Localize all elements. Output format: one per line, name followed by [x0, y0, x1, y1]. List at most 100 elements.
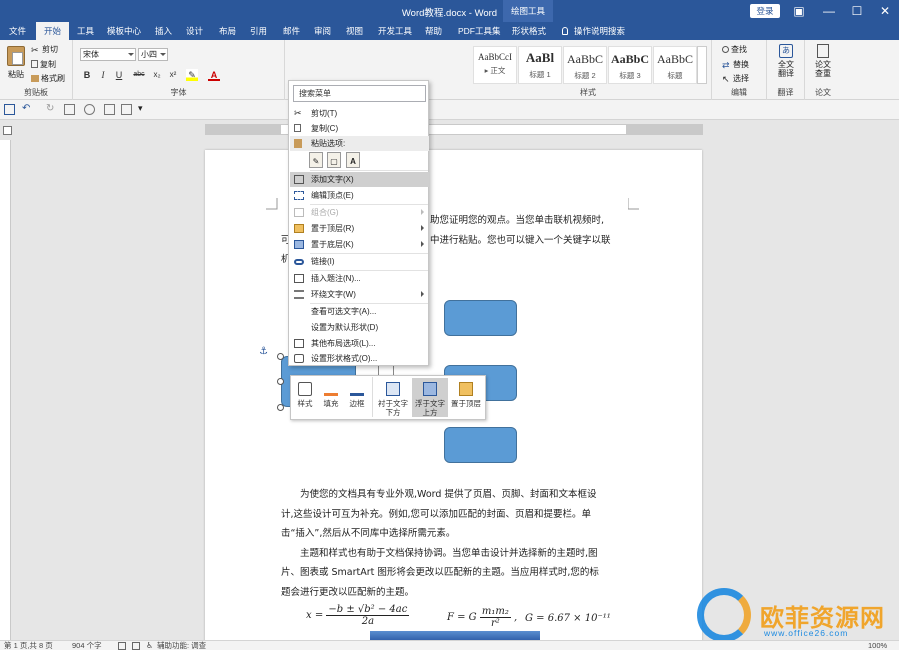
- rounded-rectangle-shape[interactable]: [444, 300, 517, 336]
- menu-item-alt-text[interactable]: 查看可选文字(A)...: [290, 304, 429, 319]
- find-button[interactable]: 查找: [722, 44, 747, 55]
- menu-item-add-text[interactable]: 添加文字(X): [290, 172, 429, 187]
- tab-review[interactable]: 审阅: [314, 22, 331, 40]
- tab-file[interactable]: 文件: [9, 22, 26, 40]
- underline-button[interactable]: U: [113, 69, 125, 81]
- tab-insert[interactable]: 插入: [155, 22, 172, 40]
- italic-button[interactable]: I: [97, 69, 109, 81]
- cut-button[interactable]: ✂ 剪切: [31, 44, 58, 55]
- style-heading-2[interactable]: AaBbC 标题 2: [563, 46, 607, 84]
- resize-handle[interactable]: [277, 378, 284, 385]
- menu-item-send-to-back[interactable]: 置于底层(K): [290, 237, 429, 252]
- mini-fill-button[interactable]: 填充: [320, 380, 342, 408]
- highlight-button[interactable]: ✎: [186, 69, 198, 81]
- style-heading-1[interactable]: AaBl 标题 1: [518, 46, 562, 84]
- mini-separator: [372, 377, 373, 417]
- style-sample: AaBbC: [657, 52, 693, 66]
- font-family-select[interactable]: 宋体: [80, 48, 136, 61]
- close-icon[interactable]: ✕: [871, 0, 899, 22]
- style-name: ▸ 正文: [484, 66, 506, 75]
- tab-view[interactable]: 视图: [346, 22, 363, 40]
- tell-me-search[interactable]: 操作说明搜索: [562, 22, 625, 40]
- style-sample: AaBl: [525, 50, 555, 65]
- tab-pdf-tools[interactable]: PDF工具集: [458, 22, 501, 40]
- zoom-level[interactable]: 100%: [868, 641, 887, 650]
- menu-item-edit-points[interactable]: 编辑顶点(E): [290, 188, 429, 203]
- ribbon-display-icon[interactable]: ▣: [785, 0, 813, 22]
- paste-picture-icon[interactable]: ▢: [327, 152, 341, 168]
- maximize-icon[interactable]: ☐: [843, 0, 871, 22]
- resize-handle[interactable]: [277, 353, 284, 360]
- tab-template-center[interactable]: 模板中心: [107, 22, 141, 40]
- proofing-icon[interactable]: [118, 642, 126, 650]
- replace-button[interactable]: ⇄ 替换: [722, 59, 749, 70]
- copy-button[interactable]: 复制: [31, 59, 56, 70]
- paste-text-only-icon[interactable]: A: [346, 152, 360, 168]
- superscript-button[interactable]: x²: [167, 69, 179, 81]
- style-heading-3[interactable]: AaBbC 标题 3: [608, 46, 652, 84]
- translate-group-label: 翻译: [777, 88, 794, 97]
- menu-item-bring-to-front[interactable]: 置于顶层(R): [290, 221, 429, 236]
- bold-button[interactable]: B: [81, 69, 93, 81]
- tab-references[interactable]: 引用: [250, 22, 267, 40]
- tab-mailings[interactable]: 邮件: [283, 22, 300, 40]
- menu-item-cut[interactable]: ✂ 剪切(T): [290, 106, 429, 121]
- accessibility-status[interactable]: 辅助功能: 调查: [157, 641, 206, 650]
- style-normal[interactable]: AaBbCcI ▸ 正文: [473, 46, 517, 84]
- search-doc-icon[interactable]: [84, 104, 95, 115]
- format-icon[interactable]: [121, 104, 132, 115]
- menu-item-more-layout[interactable]: 其他布局选项(L)...: [290, 336, 429, 351]
- mini-behind-text-button[interactable]: 衬于文字 下方: [375, 378, 411, 417]
- rounded-rectangle-shape[interactable]: [444, 427, 517, 463]
- subscript-button[interactable]: x₂: [151, 69, 163, 81]
- menu-item-format-shape[interactable]: 设置形状格式(O)...: [290, 351, 429, 366]
- mini-in-front-text-button[interactable]: 浮于文字 上方: [412, 378, 448, 417]
- print-preview-icon[interactable]: [64, 104, 75, 115]
- tab-tools[interactable]: 工具: [77, 22, 94, 40]
- mini-outline-button[interactable]: 边框: [346, 380, 368, 408]
- styles-gallery-scroll[interactable]: [697, 46, 707, 84]
- mini-bring-front-button[interactable]: 置于顶层: [449, 378, 483, 408]
- style-title[interactable]: AaBbC 标题: [653, 46, 697, 84]
- paste-button[interactable]: 粘贴: [4, 44, 28, 84]
- mini-style-button[interactable]: 样式: [294, 380, 316, 408]
- minimize-icon[interactable]: —: [815, 0, 843, 22]
- paste-keep-source-icon[interactable]: ✎: [309, 152, 323, 168]
- paper-check-button[interactable]: 论文 查重: [813, 44, 833, 80]
- save-icon[interactable]: [4, 104, 15, 115]
- tab-selector[interactable]: [3, 126, 12, 135]
- menu-item-insert-caption[interactable]: 插入题注(N)...: [290, 271, 429, 286]
- tab-shape-format[interactable]: 形状格式: [512, 22, 546, 40]
- resize-handle[interactable]: [277, 404, 284, 411]
- strikethrough-button[interactable]: abc: [131, 69, 147, 81]
- word-count[interactable]: 904 个字: [72, 641, 102, 650]
- menu-item-wrap-text[interactable]: 环绕文字(W): [290, 287, 429, 302]
- mini-behind-label-2: 下方: [385, 408, 401, 417]
- tab-layout[interactable]: 布局: [219, 22, 236, 40]
- font-size-select[interactable]: 小四: [138, 48, 168, 61]
- menu-search-input[interactable]: 搜索菜单: [293, 85, 426, 102]
- menu-item-copy[interactable]: 复制(C): [290, 121, 429, 136]
- macro-icon[interactable]: [132, 642, 140, 650]
- menu-item-link[interactable]: 链接(I): [290, 254, 429, 269]
- ruler-margin-left: [206, 125, 281, 134]
- redo-icon[interactable]: ↻: [46, 104, 57, 115]
- customize-qat-icon[interactable]: ▾: [138, 104, 149, 115]
- login-button[interactable]: 登录: [750, 4, 780, 18]
- font-color-button[interactable]: A: [208, 69, 220, 81]
- undo-icon[interactable]: ↶: [22, 104, 33, 115]
- tab-design[interactable]: 设计: [186, 22, 203, 40]
- vertical-ruler[interactable]: [0, 140, 11, 640]
- horizontal-ruler[interactable]: [205, 124, 703, 135]
- tab-home[interactable]: 开始: [36, 22, 70, 40]
- menu-item-group[interactable]: 组合(G): [290, 205, 429, 220]
- menu-item-set-default-shape[interactable]: 设置为默认形状(D): [290, 320, 429, 335]
- table-icon[interactable]: [104, 104, 115, 115]
- page-count[interactable]: 第 1 页,共 8 页: [4, 641, 53, 650]
- format-painter-button[interactable]: 格式刷: [31, 73, 65, 84]
- ribbon-tabs: 文件 开始 工具 模板中心 插入 设计 布局 引用 邮件 审阅 视图 开发工具 …: [0, 22, 899, 40]
- tab-developer[interactable]: 开发工具: [378, 22, 412, 40]
- full-text-translate-button[interactable]: あ 全文 翻译: [776, 44, 796, 80]
- select-button[interactable]: ↖ 选择: [722, 73, 749, 84]
- tab-help[interactable]: 帮助: [425, 22, 442, 40]
